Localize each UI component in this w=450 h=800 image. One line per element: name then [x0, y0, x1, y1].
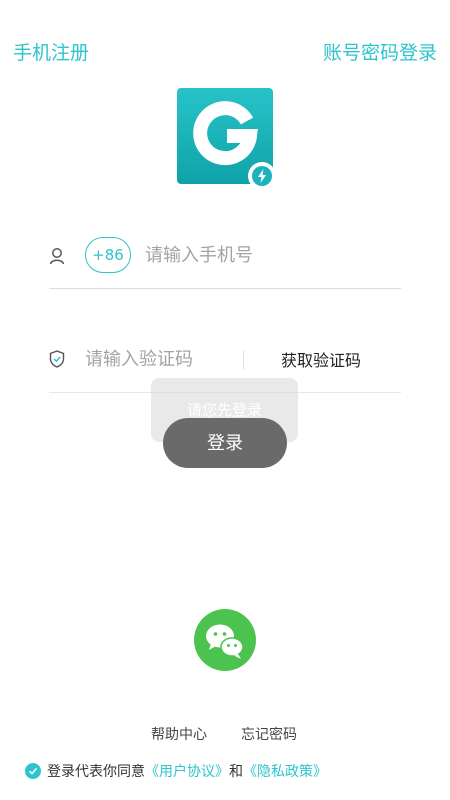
phone-input[interactable]: [145, 242, 395, 268]
phone-register-link[interactable]: 手机注册: [13, 40, 89, 66]
country-code-selector[interactable]: +86: [85, 237, 131, 273]
vertical-divider: [243, 350, 244, 370]
wechat-icon: [206, 624, 244, 659]
check-circle-icon[interactable]: [25, 763, 41, 779]
privacy-policy-link[interactable]: 《隐私政策》: [243, 761, 327, 781]
help-center-link[interactable]: 帮助中心: [151, 724, 207, 744]
user-icon: [49, 247, 65, 269]
phone-row: +86: [49, 232, 401, 289]
wechat-login-button[interactable]: [194, 609, 256, 671]
app-logo-icon: [177, 88, 276, 190]
agreement-prefix: 登录代表你同意: [47, 764, 145, 780]
verification-code-input[interactable]: [85, 346, 235, 372]
agreement-and: 和: [229, 764, 243, 780]
user-agreement-link[interactable]: 《用户协议》: [145, 761, 229, 781]
lightning-badge-icon: [248, 162, 276, 190]
agreement-row: 登录代表你同意 《用户协议》 和 《隐私政策》: [25, 760, 327, 782]
shield-icon: [49, 350, 65, 372]
login-button[interactable]: 登录: [163, 418, 287, 468]
get-code-button[interactable]: 获取验证码: [281, 347, 361, 371]
password-login-link[interactable]: 账号密码登录: [323, 40, 437, 66]
forgot-password-link[interactable]: 忘记密码: [241, 724, 297, 744]
